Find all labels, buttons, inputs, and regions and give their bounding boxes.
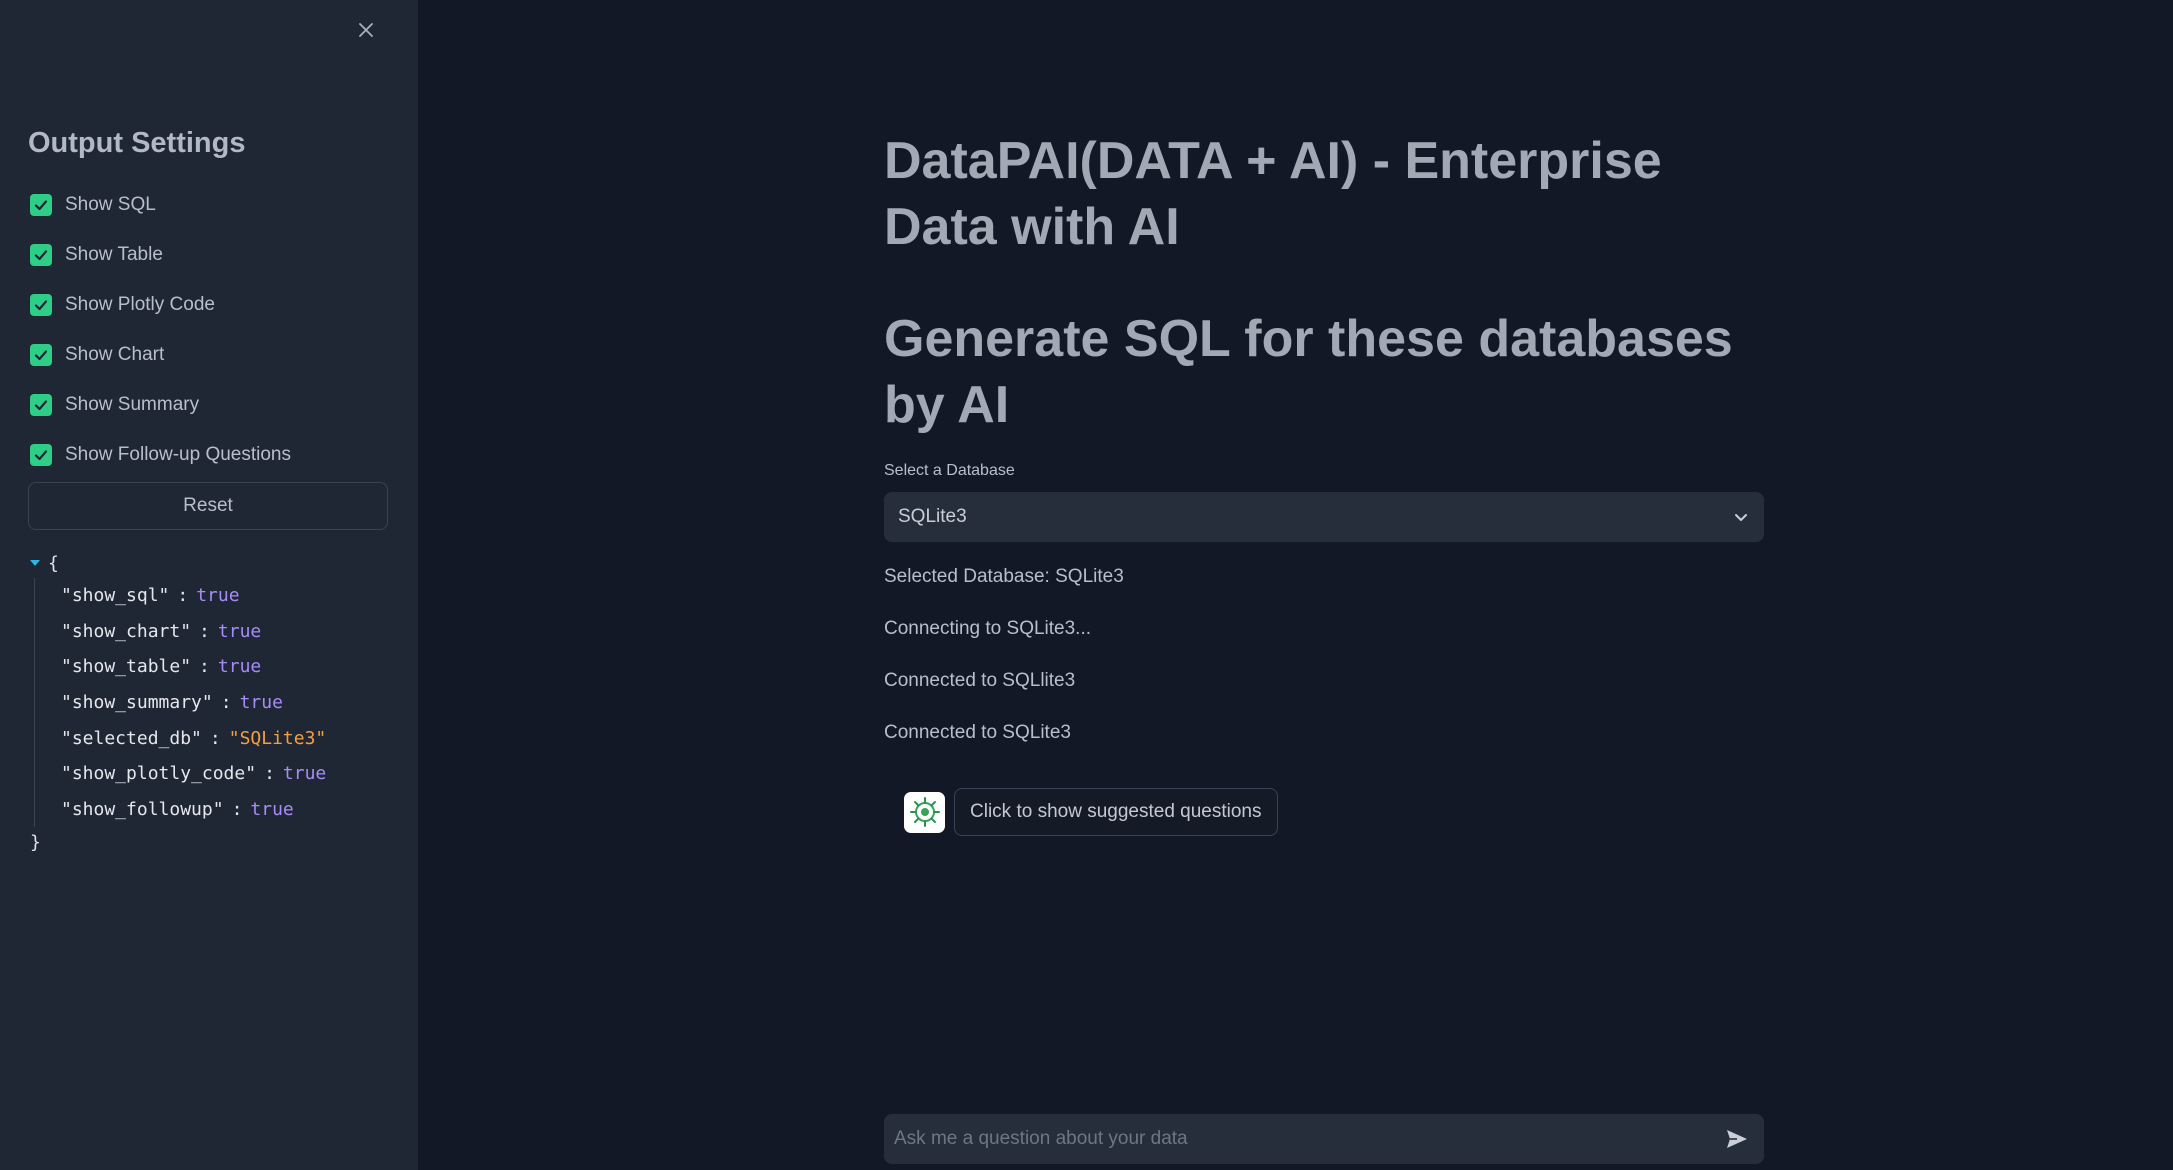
checkbox-label: Show Chart — [65, 344, 165, 365]
checkbox-checked-icon[interactable] — [30, 394, 52, 416]
json-key: "show_chart" — [61, 620, 192, 642]
json-key: "show_sql" — [61, 585, 170, 607]
show-suggested-questions-button[interactable]: Click to show suggested questions — [954, 788, 1278, 836]
status-connected: Connected to SQLlite3 — [884, 670, 1076, 691]
checkbox-label: Show Plotly Code — [65, 294, 215, 315]
checkbox-show-plotly-code[interactable]: Show Plotly Code — [30, 280, 291, 330]
checkbox-checked-icon[interactable] — [30, 194, 52, 216]
chevron-down-icon — [1735, 514, 1747, 521]
close-icon — [359, 23, 373, 37]
json-value: "SQLite3" — [228, 727, 327, 749]
json-value: true — [217, 620, 262, 642]
json-entry: "show_chart": true — [61, 614, 326, 650]
page-subtitle: Generate SQL for these databases by AI — [884, 310, 1733, 434]
chat-input-bar — [884, 1114, 1764, 1164]
close-sidebar-button[interactable] — [350, 14, 382, 46]
output-settings-checkboxes: Show SQL Show Table Show Plotly Code Sho… — [30, 180, 291, 480]
json-value: true — [250, 798, 294, 820]
send-button[interactable] — [1720, 1122, 1754, 1156]
status-selected-database: Selected Database: SQLite3 — [884, 566, 1124, 587]
checkbox-checked-icon[interactable] — [30, 294, 52, 316]
checkbox-checked-icon[interactable] — [30, 444, 52, 466]
database-select-label: Select a Database — [884, 462, 1015, 479]
checkbox-show-table[interactable]: Show Table — [30, 230, 291, 280]
database-select-value: SQLite3 — [898, 506, 967, 527]
json-key: "show_plotly_code" — [61, 763, 257, 785]
json-key: "show_summary" — [61, 692, 213, 714]
json-colon: : — [220, 692, 232, 714]
json-entry: "selected_db": "SQLite3" — [61, 720, 326, 756]
checkbox-label: Show Summary — [65, 394, 200, 415]
assistant-message: Click to show suggested questions — [904, 788, 1278, 836]
json-close-brace: } — [30, 831, 41, 853]
sidebar-title: Output Settings — [28, 127, 246, 159]
json-colon: : — [209, 727, 221, 749]
send-icon — [1727, 1130, 1747, 1148]
json-open-brace: { — [48, 552, 59, 574]
reset-button[interactable]: Reset — [28, 482, 388, 530]
checkbox-label: Show Follow-up Questions — [65, 444, 291, 465]
checkbox-show-summary[interactable]: Show Summary — [30, 380, 291, 430]
status-connecting: Connecting to SQLite3... — [884, 618, 1092, 639]
checkbox-label: Show Table — [65, 244, 163, 265]
checkbox-show-sql[interactable]: Show SQL — [30, 180, 291, 230]
json-viewer: { "show_sql": true "show_chart": true "sho… — [28, 548, 326, 857]
json-entry: "show_summary": true — [61, 685, 326, 721]
json-colon: : — [264, 763, 275, 785]
json-value: true — [239, 692, 283, 714]
checkbox-show-chart[interactable]: Show Chart — [30, 330, 291, 380]
avatar — [904, 791, 945, 833]
checkbox-label: Show SQL — [65, 194, 156, 215]
json-key: "selected_db" — [61, 727, 202, 749]
checkbox-checked-icon[interactable] — [30, 344, 52, 366]
json-key: "show_followup" — [61, 798, 224, 820]
json-value: true — [282, 763, 327, 785]
json-colon: : — [231, 798, 243, 820]
json-open-row: { — [28, 548, 326, 578]
assistant-avatar-icon — [909, 797, 940, 827]
sidebar: Output Settings Show SQL Show Table Show… — [0, 0, 418, 1170]
json-value: true — [217, 656, 262, 678]
checkbox-checked-icon[interactable] — [30, 244, 52, 266]
json-colon: : — [177, 585, 189, 607]
collapse-caret-icon[interactable] — [28, 556, 42, 570]
json-key: "show_table" — [61, 656, 192, 678]
database-select[interactable]: SQLite3 — [884, 492, 1764, 542]
json-colon: : — [199, 620, 210, 642]
json-entry: "show_followup": true — [61, 792, 326, 828]
json-body: "show_sql": true "show_chart": true "show_… — [34, 578, 326, 828]
chat-input[interactable] — [894, 1128, 1694, 1150]
json-value: true — [196, 585, 240, 607]
json-entry: "show_sql": true — [61, 578, 326, 614]
json-entry: "show_table": true — [61, 649, 326, 685]
page-title: DataPAI(DATA + AI) - Enterprise Data wit… — [884, 132, 1662, 256]
json-entry: "show_plotly_code": true — [61, 756, 326, 792]
json-colon: : — [199, 656, 210, 678]
checkbox-show-followup[interactable]: Show Follow-up Questions — [30, 430, 291, 480]
status-connected: Connected to SQLite3 — [884, 722, 1071, 743]
main-content: DataPAI(DATA + AI) - Enterprise Data wit… — [884, 0, 1764, 1170]
